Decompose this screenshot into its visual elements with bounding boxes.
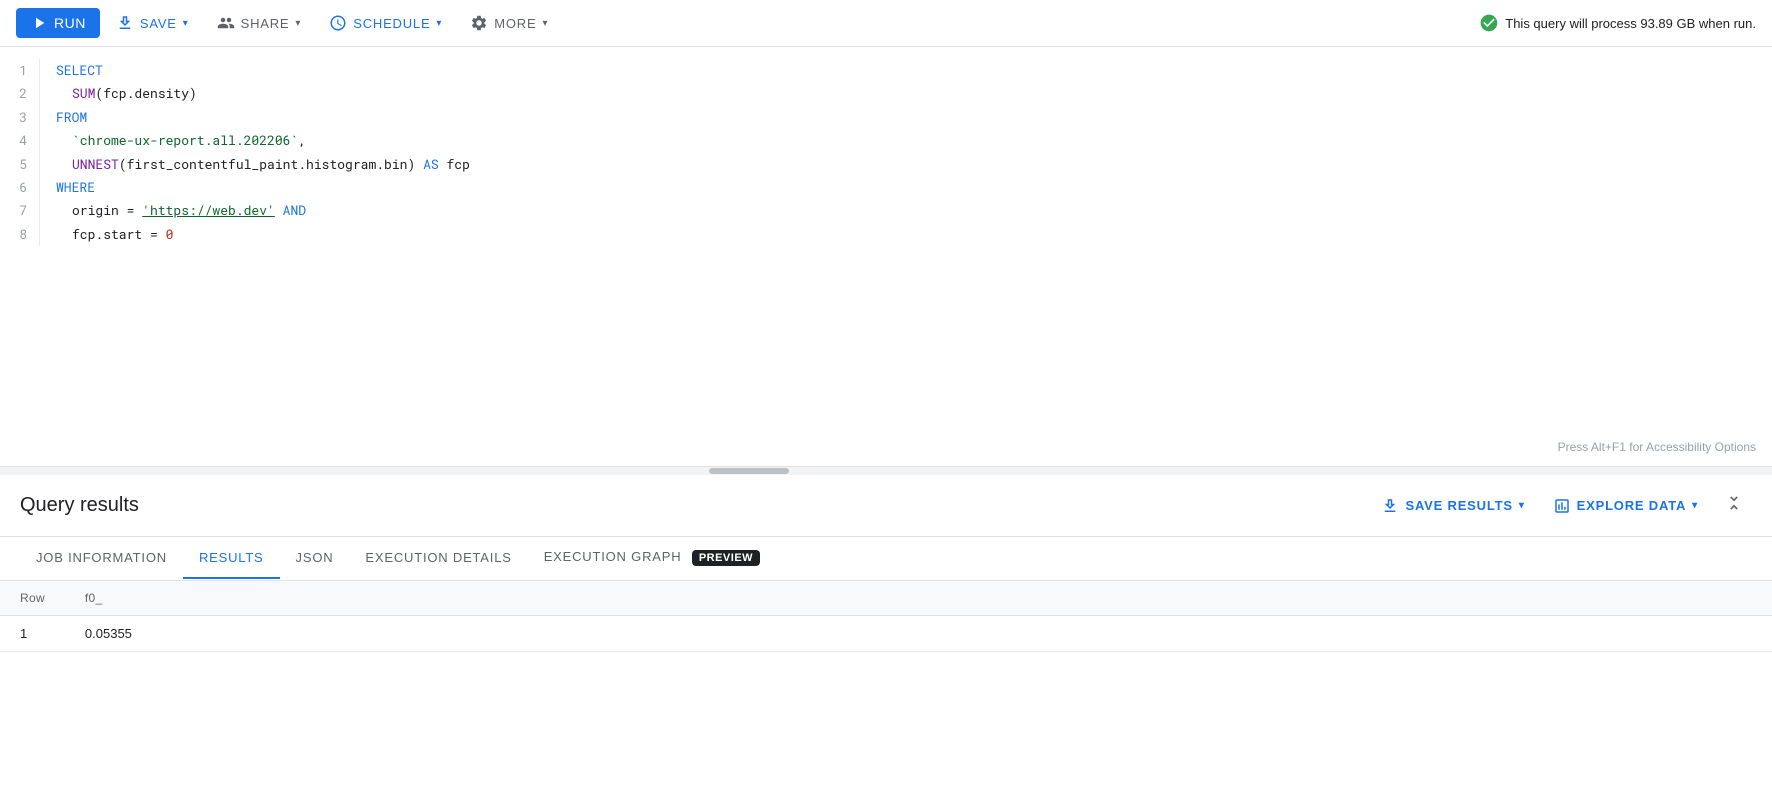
- horizontal-scrollbar[interactable]: [0, 467, 1772, 475]
- editor-area[interactable]: 1 2 3 4 5 6 7 8 SELECT SUM(fcp.density) …: [0, 47, 1772, 467]
- share-chevron-icon: ▾: [295, 18, 301, 29]
- line-numbers: 1 2 3 4 5 6 7 8: [0, 59, 40, 246]
- run-icon: [30, 14, 48, 32]
- tab-execution-graph[interactable]: EXECUTION GRAPH PREVIEW: [528, 537, 776, 580]
- explore-data-chevron-icon: ▾: [1692, 500, 1698, 511]
- more-button[interactable]: MORE ▾: [458, 8, 560, 38]
- query-info: This query will process 93.89 GB when ru…: [1479, 13, 1756, 33]
- cell-f0-1: 0.05355: [65, 616, 152, 652]
- code-line-2: SUM(fcp.density): [56, 82, 1756, 105]
- schedule-label: SCHEDULE: [353, 16, 430, 31]
- results-table: Row f0_ 1 0.05355: [0, 581, 1772, 652]
- schedule-button[interactable]: SCHEDULE ▾: [317, 8, 454, 38]
- save-results-icon: [1381, 497, 1399, 515]
- col-empty: [152, 581, 1772, 616]
- save-button[interactable]: SAVE ▾: [104, 8, 201, 38]
- code-line-8: fcp.start = 0: [56, 223, 1756, 246]
- code-line-6: WHERE: [56, 176, 1756, 199]
- share-button[interactable]: SHARE ▾: [205, 8, 314, 38]
- check-circle-icon: [1479, 13, 1499, 33]
- results-section: Query results SAVE RESULTS ▾ EXPLORE DAT…: [0, 475, 1772, 652]
- explore-data-button[interactable]: EXPLORE DATA ▾: [1543, 491, 1708, 521]
- code-line-1: SELECT: [56, 59, 1756, 82]
- accessibility-hint: Press Alt+F1 for Accessibility Options: [1558, 440, 1756, 454]
- col-f0: f0_: [65, 581, 152, 616]
- col-row: Row: [0, 581, 65, 616]
- code-line-7: origin = 'https://web.dev' AND: [56, 199, 1756, 222]
- code-content[interactable]: SELECT SUM(fcp.density) FROM `chrome-ux-…: [56, 59, 1772, 246]
- more-icon: [470, 14, 488, 32]
- tab-json[interactable]: JSON: [280, 538, 350, 579]
- expand-button[interactable]: [1716, 489, 1752, 522]
- code-line-3: FROM: [56, 106, 1756, 129]
- code-block: 1 2 3 4 5 6 7 8 SELECT SUM(fcp.density) …: [0, 47, 1772, 258]
- preview-badge: PREVIEW: [692, 550, 760, 566]
- share-label: SHARE: [241, 16, 290, 31]
- results-title: Query results: [20, 494, 139, 517]
- table-row: 1 0.05355: [0, 616, 1772, 652]
- run-label: RUN: [54, 15, 86, 31]
- toolbar: RUN SAVE ▾ SHARE ▾ SCHEDULE ▾ MORE ▾ Thi: [0, 0, 1772, 47]
- save-results-button[interactable]: SAVE RESULTS ▾: [1371, 491, 1534, 521]
- schedule-chevron-icon: ▾: [436, 18, 442, 29]
- save-results-label: SAVE RESULTS: [1405, 498, 1512, 513]
- more-chevron-icon: ▾: [542, 18, 548, 29]
- code-line-5: UNNEST(first_contentful_paint.histogram.…: [56, 153, 1756, 176]
- expand-icon: [1724, 493, 1744, 513]
- results-header: Query results SAVE RESULTS ▾ EXPLORE DAT…: [0, 475, 1772, 537]
- save-label: SAVE: [140, 16, 177, 31]
- table-header-row: Row f0_: [0, 581, 1772, 616]
- explore-data-label: EXPLORE DATA: [1577, 498, 1687, 513]
- more-label: MORE: [494, 16, 536, 31]
- query-info-text: This query will process 93.89 GB when ru…: [1505, 16, 1756, 31]
- tab-job-information[interactable]: JOB INFORMATION: [20, 538, 183, 579]
- results-actions: SAVE RESULTS ▾ EXPLORE DATA ▾: [1371, 489, 1752, 522]
- tab-execution-details[interactable]: EXECUTION DETAILS: [349, 538, 527, 579]
- cell-row-1: 1: [0, 616, 65, 652]
- tabs-bar: JOB INFORMATION RESULTS JSON EXECUTION D…: [0, 537, 1772, 581]
- save-chevron-icon: ▾: [183, 18, 189, 29]
- tab-results[interactable]: RESULTS: [183, 538, 280, 579]
- save-results-chevron-icon: ▾: [1519, 500, 1525, 511]
- run-button[interactable]: RUN: [16, 8, 100, 38]
- code-line-4: `chrome-ux-report.all.202206`,: [56, 129, 1756, 152]
- share-icon: [217, 14, 235, 32]
- scrollbar-thumb[interactable]: [709, 468, 789, 474]
- save-icon: [116, 14, 134, 32]
- schedule-icon: [329, 14, 347, 32]
- explore-data-icon: [1553, 497, 1571, 515]
